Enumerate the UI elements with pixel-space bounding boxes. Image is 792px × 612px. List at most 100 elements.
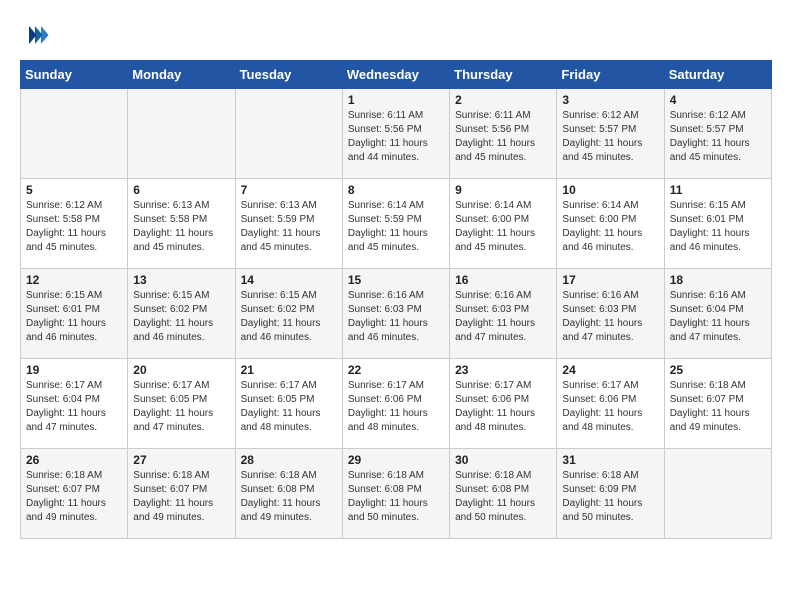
day-info: Sunrise: 6:17 AM Sunset: 6:05 PM Dayligh… <box>241 379 337 435</box>
weekday-header-saturday: Saturday <box>664 61 771 89</box>
weekday-header-row: SundayMondayTuesdayWednesdayThursdayFrid… <box>21 61 772 89</box>
day-number: 14 <box>241 273 337 287</box>
calendar-cell: 8 Sunrise: 6:14 AM Sunset: 5:59 PM Daylig… <box>342 179 449 269</box>
calendar-cell: 20Sunrise: 6:17 AM Sunset: 6:05 PM Dayli… <box>128 359 235 449</box>
calendar-table: SundayMondayTuesdayWednesdayThursdayFrid… <box>20 60 772 539</box>
day-number: 9 <box>455 183 551 197</box>
calendar-cell: 7 Sunrise: 6:13 AM Sunset: 5:59 PM Daylig… <box>235 179 342 269</box>
day-number: 7 <box>241 183 337 197</box>
weekday-header-thursday: Thursday <box>450 61 557 89</box>
day-number: 5 <box>26 183 122 197</box>
calendar-cell: 19 Sunrise: 6:17 AM Sunset: 6:04 PM Dayli… <box>21 359 128 449</box>
calendar-cell: 27 Sunrise: 6:18 AM Sunset: 6:07 PM Dayli… <box>128 449 235 539</box>
day-info: Sunrise: 6:13 AM Sunset: 5:59 PM Dayligh… <box>241 199 337 255</box>
weekday-header-monday: Monday <box>128 61 235 89</box>
calendar-cell: 29Sunrise: 6:18 AM Sunset: 6:08 PM Dayli… <box>342 449 449 539</box>
day-number: 12 <box>26 273 122 287</box>
day-info: Sunrise: 6:12 AM Sunset: 5:58 PM Dayligh… <box>26 199 122 255</box>
calendar-cell <box>664 449 771 539</box>
calendar-cell: 15Sunrise: 6:16 AM Sunset: 6:03 PM Dayli… <box>342 269 449 359</box>
day-number: 30 <box>455 453 551 467</box>
day-info: Sunrise: 6:12 AM Sunset: 5:57 PM Dayligh… <box>562 109 658 165</box>
calendar-cell: 25 Sunrise: 6:18 AM Sunset: 6:07 PM Dayli… <box>664 359 771 449</box>
day-info: Sunrise: 6:15 AM Sunset: 6:02 PM Dayligh… <box>241 289 337 345</box>
logo-icon <box>20 20 50 50</box>
day-number: 2 <box>455 93 551 107</box>
calendar-cell: 22 Sunrise: 6:17 AM Sunset: 6:06 PM Dayli… <box>342 359 449 449</box>
calendar-cell: 30 Sunrise: 6:18 AM Sunset: 6:08 PM Dayli… <box>450 449 557 539</box>
day-info: Sunrise: 6:11 AM Sunset: 5:56 PM Dayligh… <box>348 109 444 165</box>
calendar-week-row: 1 Sunrise: 6:11 AM Sunset: 5:56 PM Daylig… <box>21 89 772 179</box>
day-info: Sunrise: 6:18 AM Sunset: 6:09 PM Dayligh… <box>562 469 658 525</box>
calendar-cell: 18 Sunrise: 6:16 AM Sunset: 6:04 PM Dayli… <box>664 269 771 359</box>
calendar-cell: 5 Sunrise: 6:12 AM Sunset: 5:58 PM Daylig… <box>21 179 128 269</box>
day-number: 31 <box>562 453 658 467</box>
day-number: 16 <box>455 273 551 287</box>
day-number: 24 <box>562 363 658 377</box>
day-number: 18 <box>670 273 766 287</box>
day-info: Sunrise: 6:17 AM Sunset: 6:06 PM Dayligh… <box>455 379 551 435</box>
day-info: Sunrise: 6:15 AM Sunset: 6:02 PM Dayligh… <box>133 289 229 345</box>
day-number: 11 <box>670 183 766 197</box>
day-number: 22 <box>348 363 444 377</box>
day-info: Sunrise: 6:16 AM Sunset: 6:03 PM Dayligh… <box>455 289 551 345</box>
calendar-cell: 13 Sunrise: 6:15 AM Sunset: 6:02 PM Dayli… <box>128 269 235 359</box>
day-number: 10 <box>562 183 658 197</box>
calendar-week-row: 5 Sunrise: 6:12 AM Sunset: 5:58 PM Daylig… <box>21 179 772 269</box>
calendar-cell: 16 Sunrise: 6:16 AM Sunset: 6:03 PM Dayli… <box>450 269 557 359</box>
day-info: Sunrise: 6:14 AM Sunset: 6:00 PM Dayligh… <box>562 199 658 255</box>
day-info: Sunrise: 6:17 AM Sunset: 6:06 PM Dayligh… <box>348 379 444 435</box>
calendar-cell <box>128 89 235 179</box>
weekday-header-wednesday: Wednesday <box>342 61 449 89</box>
calendar-cell: 23Sunrise: 6:17 AM Sunset: 6:06 PM Dayli… <box>450 359 557 449</box>
day-number: 15 <box>348 273 444 287</box>
calendar-cell: 6Sunrise: 6:13 AM Sunset: 5:58 PM Daylig… <box>128 179 235 269</box>
day-number: 21 <box>241 363 337 377</box>
day-info: Sunrise: 6:14 AM Sunset: 5:59 PM Dayligh… <box>348 199 444 255</box>
calendar-cell: 14 Sunrise: 6:15 AM Sunset: 6:02 PM Dayli… <box>235 269 342 359</box>
calendar-cell: 4 Sunrise: 6:12 AM Sunset: 5:57 PM Daylig… <box>664 89 771 179</box>
day-info: Sunrise: 6:17 AM Sunset: 6:04 PM Dayligh… <box>26 379 122 435</box>
calendar-cell: 12 Sunrise: 6:15 AM Sunset: 6:01 PM Dayli… <box>21 269 128 359</box>
day-info: Sunrise: 6:17 AM Sunset: 6:06 PM Dayligh… <box>562 379 658 435</box>
calendar-week-row: 12 Sunrise: 6:15 AM Sunset: 6:01 PM Dayli… <box>21 269 772 359</box>
calendar-cell: 11 Sunrise: 6:15 AM Sunset: 6:01 PM Dayli… <box>664 179 771 269</box>
day-number: 4 <box>670 93 766 107</box>
weekday-header-friday: Friday <box>557 61 664 89</box>
day-number: 28 <box>241 453 337 467</box>
day-info: Sunrise: 6:18 AM Sunset: 6:07 PM Dayligh… <box>133 469 229 525</box>
logo <box>20 20 54 50</box>
day-info: Sunrise: 6:16 AM Sunset: 6:04 PM Dayligh… <box>670 289 766 345</box>
calendar-cell: 24 Sunrise: 6:17 AM Sunset: 6:06 PM Dayli… <box>557 359 664 449</box>
day-number: 19 <box>26 363 122 377</box>
day-info: Sunrise: 6:13 AM Sunset: 5:58 PM Dayligh… <box>133 199 229 255</box>
day-info: Sunrise: 6:18 AM Sunset: 6:08 PM Dayligh… <box>455 469 551 525</box>
day-info: Sunrise: 6:18 AM Sunset: 6:07 PM Dayligh… <box>26 469 122 525</box>
day-number: 25 <box>670 363 766 377</box>
calendar-cell: 21 Sunrise: 6:17 AM Sunset: 6:05 PM Dayli… <box>235 359 342 449</box>
day-number: 17 <box>562 273 658 287</box>
day-info: Sunrise: 6:15 AM Sunset: 6:01 PM Dayligh… <box>26 289 122 345</box>
calendar-cell <box>21 89 128 179</box>
calendar-cell: 1 Sunrise: 6:11 AM Sunset: 5:56 PM Daylig… <box>342 89 449 179</box>
calendar-cell <box>235 89 342 179</box>
day-info: Sunrise: 6:18 AM Sunset: 6:07 PM Dayligh… <box>670 379 766 435</box>
day-info: Sunrise: 6:11 AM Sunset: 5:56 PM Dayligh… <box>455 109 551 165</box>
calendar-cell: 17 Sunrise: 6:16 AM Sunset: 6:03 PM Dayli… <box>557 269 664 359</box>
day-info: Sunrise: 6:15 AM Sunset: 6:01 PM Dayligh… <box>670 199 766 255</box>
day-info: Sunrise: 6:18 AM Sunset: 6:08 PM Dayligh… <box>241 469 337 525</box>
day-number: 1 <box>348 93 444 107</box>
day-info: Sunrise: 6:12 AM Sunset: 5:57 PM Dayligh… <box>670 109 766 165</box>
calendar-cell: 2 Sunrise: 6:11 AM Sunset: 5:56 PM Daylig… <box>450 89 557 179</box>
day-number: 8 <box>348 183 444 197</box>
page-header <box>20 20 772 50</box>
day-number: 27 <box>133 453 229 467</box>
day-info: Sunrise: 6:16 AM Sunset: 6:03 PM Dayligh… <box>562 289 658 345</box>
day-info: Sunrise: 6:18 AM Sunset: 6:08 PM Dayligh… <box>348 469 444 525</box>
day-info: Sunrise: 6:17 AM Sunset: 6:05 PM Dayligh… <box>133 379 229 435</box>
weekday-header-tuesday: Tuesday <box>235 61 342 89</box>
calendar-cell: 31 Sunrise: 6:18 AM Sunset: 6:09 PM Dayli… <box>557 449 664 539</box>
day-number: 13 <box>133 273 229 287</box>
weekday-header-sunday: Sunday <box>21 61 128 89</box>
day-number: 26 <box>26 453 122 467</box>
